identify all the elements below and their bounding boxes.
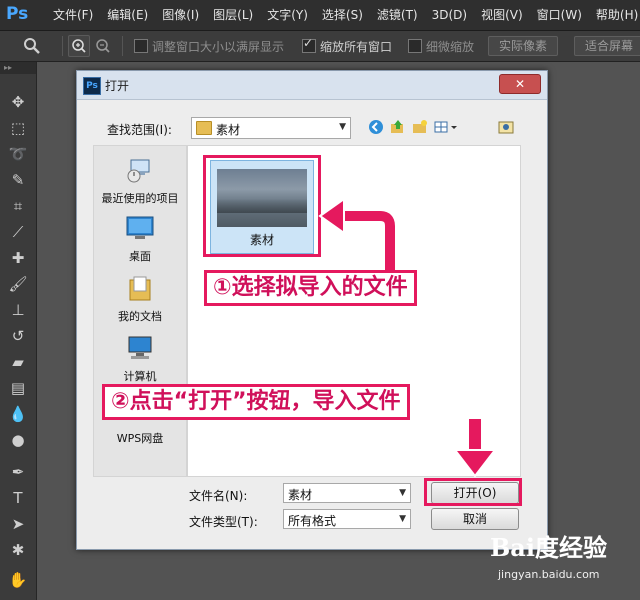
menu-window[interactable]: 窗口(W)	[530, 0, 589, 30]
scrubby-zoom-checkbox[interactable]	[408, 39, 422, 53]
folder-icon	[196, 121, 212, 135]
close-button[interactable]: ✕	[499, 74, 541, 94]
filename-value: 素材	[288, 488, 313, 502]
filetype-select[interactable]: 所有格式 ▼	[283, 509, 411, 529]
scrubby-zoom-label: 细微缩放	[426, 40, 475, 54]
computer-icon	[128, 336, 152, 359]
chevron-down-icon: ▼	[339, 122, 346, 132]
options-bar: 调整窗口大小以满屏显示 缩放所有窗口 细微缩放 实际像素 适合屏幕	[0, 31, 640, 62]
zoom-in-icon	[72, 39, 86, 53]
cancel-button[interactable]: 取消	[431, 508, 519, 530]
history-brush-tool-icon[interactable]: ↺	[8, 326, 28, 346]
filetype-value: 所有格式	[288, 514, 337, 528]
menu-select[interactable]: 选择(S)	[315, 0, 370, 30]
zoom-out-icon	[96, 39, 110, 53]
blur-tool-icon[interactable]: 💧	[8, 404, 28, 424]
menu-layer[interactable]: 图层(L)	[206, 0, 260, 30]
open-button-highlight-box	[424, 478, 522, 506]
separator	[62, 36, 63, 56]
photoshop-icon: Ps	[83, 77, 101, 95]
crop-tool-icon[interactable]: ⌗	[8, 196, 28, 216]
menu-filter[interactable]: 滤镜(T)	[370, 0, 425, 30]
move-tool-icon[interactable]: ✥	[8, 92, 28, 112]
desktop-icon	[126, 216, 154, 239]
chevron-down-icon: ▼	[399, 488, 406, 498]
place-recent[interactable]: 最近使用的项目	[94, 156, 186, 206]
menu-list: 文件(F) 编辑(E) 图像(I) 图层(L) 文字(Y) 选择(S) 滤镜(T…	[46, 0, 640, 30]
place-label: 最近使用的项目	[101, 192, 179, 205]
filename-input[interactable]: 素材 ▼	[283, 483, 411, 503]
place-label: 我的文档	[118, 310, 162, 323]
shape-tool-icon[interactable]: ✱	[8, 540, 28, 560]
brush-tool-icon[interactable]: 🖌	[8, 274, 28, 294]
watermark-brand: Bai度经验	[490, 533, 607, 562]
place-label: WPS网盘	[116, 432, 164, 445]
type-tool-icon[interactable]: T	[8, 488, 28, 508]
baidu-watermark: Bai度经验 jingyan.baidu.com	[490, 528, 640, 600]
file-highlight-box	[203, 155, 321, 257]
menu-type[interactable]: 文字(Y)	[260, 0, 315, 30]
resize-windows-checkbox[interactable]	[134, 39, 148, 53]
step1-callout: ①选择拟导入的文件	[204, 270, 417, 306]
chevron-down-icon: ▼	[399, 514, 406, 524]
new-folder-icon[interactable]	[411, 118, 429, 136]
dialog-title-bar[interactable]: Ps 打开 ✕	[77, 71, 547, 100]
menu-edit[interactable]: 编辑(E)	[100, 0, 155, 30]
gradient-tool-icon[interactable]: ▤	[8, 378, 28, 398]
menu-file[interactable]: 文件(F)	[46, 0, 100, 30]
filetype-label: 文件类型(T):	[189, 515, 258, 529]
recent-items-icon	[127, 159, 150, 183]
resize-windows-label: 调整窗口大小以满屏显示	[152, 40, 285, 54]
marquee-tool-icon[interactable]: ⬚	[8, 118, 28, 138]
place-label: 桌面	[129, 250, 151, 263]
path-select-tool-icon[interactable]: ➤	[8, 514, 28, 534]
bridge-icon[interactable]	[497, 118, 515, 136]
separator	[122, 36, 123, 56]
stamp-tool-icon[interactable]: ⊥	[8, 300, 28, 320]
eyedropper-tool-icon[interactable]: ⟋	[8, 222, 28, 242]
documents-folder-icon	[129, 276, 151, 301]
view-menu-icon[interactable]	[433, 118, 461, 136]
place-label: 计算机	[123, 370, 157, 383]
zoom-in-button[interactable]	[68, 35, 90, 57]
places-bar: 最近使用的项目 桌面 我的文档 计算机 WPS网盘	[93, 145, 187, 477]
menu-3d[interactable]: 3D(D)	[425, 0, 474, 30]
menu-image[interactable]: 图像(I)	[155, 0, 206, 30]
place-computer[interactable]: 计算机	[94, 334, 186, 384]
zoom-out-button[interactable]	[92, 35, 114, 57]
menu-bar: Ps 文件(F) 编辑(E) 图像(I) 图层(L) 文字(Y) 选择(S) 滤…	[0, 0, 640, 31]
look-in-label: 查找范围(I):	[107, 123, 172, 137]
place-desktop[interactable]: 桌面	[94, 214, 186, 264]
filename-label: 文件名(N):	[189, 489, 248, 503]
collapse-icon[interactable]: ▸▸	[0, 62, 36, 74]
step2-callout: ②点击“打开”按钮，导入文件	[102, 384, 410, 420]
look-in-value: 素材	[216, 123, 241, 137]
look-in-select[interactable]: 素材 ▼	[191, 117, 351, 139]
arrow-to-file-icon	[318, 197, 398, 270]
zoom-tool-icon[interactable]	[22, 36, 42, 56]
menu-help[interactable]: 帮助(H)	[589, 0, 640, 30]
back-icon[interactable]	[367, 118, 385, 136]
zoom-all-label: 缩放所有窗口	[320, 40, 393, 54]
menu-view[interactable]: 视图(V)	[474, 0, 530, 30]
photoshop-logo: Ps	[6, 4, 29, 24]
tools-panel: ▸▸ ✥ ⬚ ➰ ✎ ⌗ ⟋ ✚ 🖌 ⊥ ↺ ▰ ▤ 💧 ● ✒ T ➤ ✱ ✋	[0, 62, 37, 600]
up-folder-icon[interactable]	[389, 118, 407, 136]
actual-pixels-button[interactable]: 实际像素	[488, 36, 559, 56]
watermark-url: jingyan.baidu.com	[498, 568, 600, 581]
arrow-to-open-button-icon	[452, 418, 498, 478]
fit-screen-button[interactable]: 适合屏幕	[574, 36, 640, 56]
hand-tool-icon[interactable]: ✋	[8, 570, 28, 590]
lasso-tool-icon[interactable]: ➰	[8, 144, 28, 164]
dialog-title: 打开	[105, 79, 130, 93]
place-documents[interactable]: 我的文档	[94, 274, 186, 324]
pen-tool-icon[interactable]: ✒	[8, 462, 28, 482]
healing-brush-tool-icon[interactable]: ✚	[8, 248, 28, 268]
zoom-all-checkbox[interactable]	[302, 36, 316, 53]
dodge-tool-icon[interactable]: ●	[8, 430, 28, 450]
quick-select-tool-icon[interactable]: ✎	[8, 170, 28, 190]
eraser-tool-icon[interactable]: ▰	[8, 352, 28, 372]
